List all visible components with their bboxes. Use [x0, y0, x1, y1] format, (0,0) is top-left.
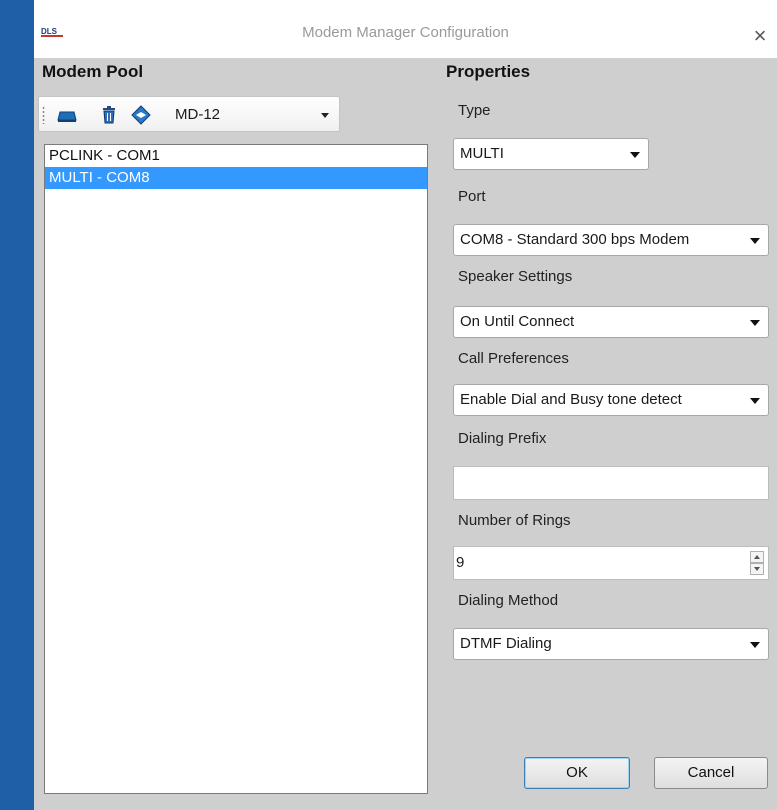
modem-icon[interactable]: [57, 105, 77, 125]
chevron-up-icon: [754, 555, 760, 559]
stepper-buttons: [750, 551, 764, 575]
close-button[interactable]: ×: [750, 25, 770, 47]
properties-heading: Properties: [446, 62, 531, 81]
port-value: COM8 - Standard 300 bps Modem: [460, 231, 690, 248]
type-label: Type: [458, 102, 491, 119]
dialing-prefix-input[interactable]: [453, 466, 769, 500]
port-label: Port: [458, 188, 486, 205]
type-select[interactable]: MULTI: [453, 138, 649, 170]
call-preferences-value: Enable Dial and Busy tone detect: [460, 391, 682, 408]
dialing-prefix-label: Dialing Prefix: [458, 430, 547, 447]
dialing-method-label: Dialing Method: [458, 592, 559, 609]
cancel-button[interactable]: Cancel: [654, 757, 768, 789]
chevron-down-icon: [630, 152, 640, 158]
number-of-rings-value: 9: [456, 554, 465, 571]
list-item[interactable]: PCLINK - COM1: [45, 145, 427, 167]
port-select[interactable]: COM8 - Standard 300 bps Modem: [453, 224, 769, 256]
stepper-down-button[interactable]: [750, 563, 764, 575]
modem-model-value: MD-12: [175, 106, 221, 123]
delete-icon[interactable]: [99, 105, 119, 125]
call-preferences-select[interactable]: Enable Dial and Busy tone detect: [453, 384, 769, 416]
speaker-settings-value: On Until Connect: [460, 313, 575, 330]
number-of-rings-stepper[interactable]: 9: [453, 546, 769, 580]
modem-model-select[interactable]: MD-12: [175, 105, 335, 125]
chevron-down-icon: [750, 642, 760, 648]
speaker-settings-label: Speaker Settings: [458, 268, 573, 285]
chevron-down-icon: [754, 567, 760, 571]
number-of-rings-label: Number of Rings: [458, 512, 571, 529]
list-item[interactable]: MULTI - COM8: [45, 167, 427, 189]
speaker-settings-select[interactable]: On Until Connect: [453, 306, 769, 338]
type-value: MULTI: [460, 145, 504, 162]
window-title: Modem Manager Configuration: [302, 24, 509, 41]
chevron-down-icon: [321, 113, 329, 118]
dialog-body: DLS Modem Manager Configuration × Modem …: [34, 0, 777, 810]
dialing-method-select[interactable]: DTMF Dialing: [453, 628, 769, 660]
stepper-up-button[interactable]: [750, 551, 764, 563]
chevron-down-icon: [750, 320, 760, 326]
call-preferences-label: Call Preferences: [458, 350, 569, 367]
toolbar-grip[interactable]: [42, 106, 45, 124]
modem-pool-heading: Modem Pool: [42, 62, 144, 81]
dialog-window: DLS Modem Manager Configuration × Modem …: [0, 0, 777, 810]
modem-pool-list[interactable]: PCLINK - COM1 MULTI - COM8: [44, 144, 428, 794]
chevron-down-icon: [750, 398, 760, 404]
content-area: Modem Pool MD-12 PCLINK - COM1 MULTI - C…: [34, 58, 777, 810]
ok-button[interactable]: OK: [524, 757, 630, 789]
title-bar[interactable]: DLS Modem Manager Configuration ×: [34, 0, 777, 58]
dialing-method-value: DTMF Dialing: [460, 635, 552, 652]
chevron-down-icon: [750, 238, 760, 244]
configure-icon[interactable]: [131, 105, 151, 125]
modem-pool-toolbar: MD-12: [38, 96, 340, 132]
